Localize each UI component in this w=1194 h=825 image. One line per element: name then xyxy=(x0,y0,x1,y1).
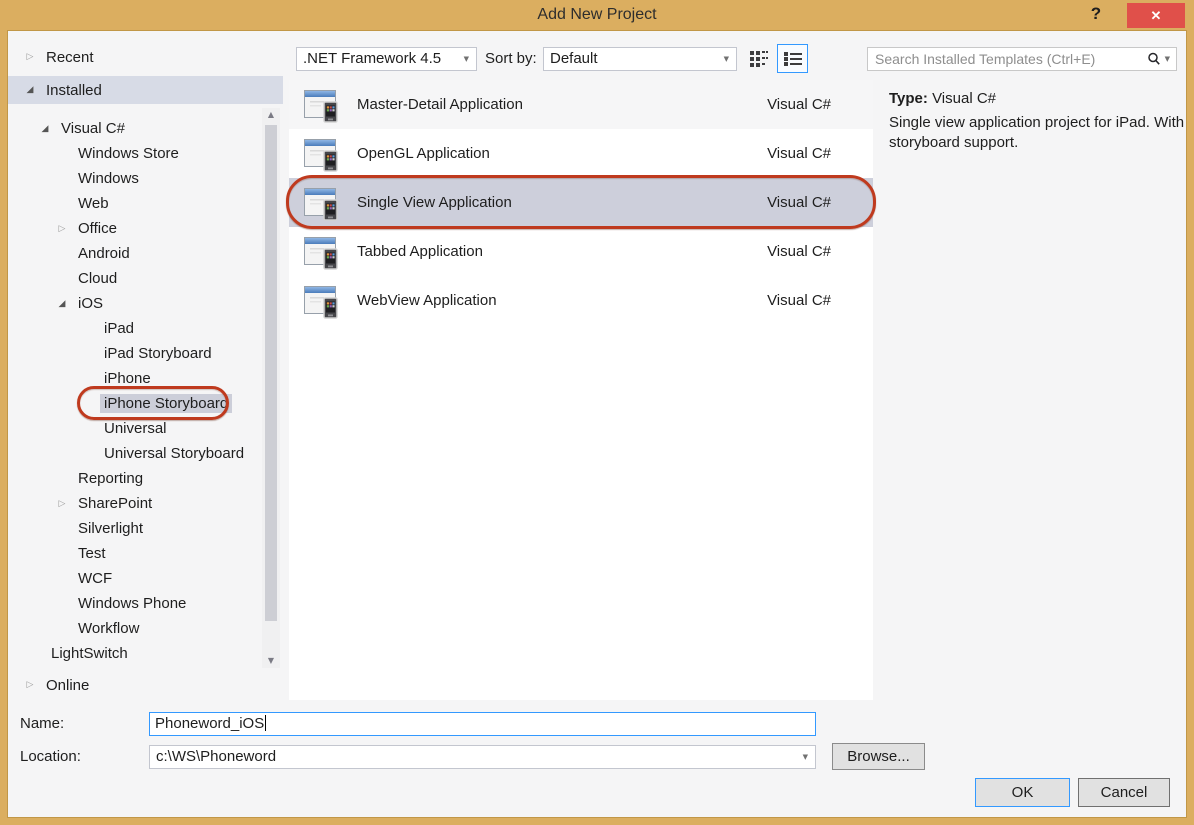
ok-button[interactable]: OK xyxy=(975,778,1070,807)
cancel-button[interactable]: Cancel xyxy=(1078,778,1170,807)
chevron-collapsed-icon[interactable]: ▷ xyxy=(20,680,40,690)
close-button[interactable]: ✕ xyxy=(1127,3,1185,28)
chevron-down-icon[interactable]: ▼ xyxy=(1165,55,1170,63)
framework-version-value: .NET Framework 4.5 xyxy=(303,50,441,67)
name-value: Phoneword_iOS xyxy=(155,715,264,732)
chevron-collapsed-icon[interactable]: ▷ xyxy=(52,224,72,234)
sidebar-item-label: Online xyxy=(46,677,89,694)
template-name: WebView Application xyxy=(357,292,767,309)
small-icons-view-icon xyxy=(750,50,768,68)
tree-item-universal-storyboard[interactable]: Universal Storyboard xyxy=(8,441,258,466)
sidebar-item-online[interactable]: ▷ Online xyxy=(8,672,260,698)
tree-item-windows-store[interactable]: Windows Store xyxy=(8,141,258,166)
tree-item-reporting[interactable]: Reporting xyxy=(8,466,258,491)
tree-item-office[interactable]: ▷ Office xyxy=(8,216,258,241)
template-row-master-detail[interactable]: Master-Detail Application Visual C# xyxy=(289,80,873,129)
tree-item-windows[interactable]: Windows xyxy=(8,166,258,191)
tree-item-lightswitch[interactable]: LightSwitch xyxy=(8,641,258,666)
type-value: Visual C# xyxy=(932,90,996,107)
chevron-collapsed-icon[interactable]: ▷ xyxy=(20,52,40,62)
sort-by-select[interactable]: Default ▼ xyxy=(543,47,737,71)
tree-item-wcf[interactable]: WCF xyxy=(8,566,258,591)
scroll-up-icon[interactable]: ▲ xyxy=(262,108,280,122)
help-button[interactable]: ? xyxy=(1082,0,1110,28)
text-caret xyxy=(265,715,266,731)
template-description: Single view application project for iPad… xyxy=(889,113,1189,153)
template-type-line: Type: Visual C# xyxy=(889,90,996,107)
title-bar[interactable]: Add New Project ? ✕ xyxy=(0,0,1194,30)
template-language: Visual C# xyxy=(767,145,831,162)
application-template-icon xyxy=(301,85,341,125)
name-label: Name: xyxy=(20,712,64,736)
tree-item-ipad-storyboard[interactable]: iPad Storyboard xyxy=(8,341,258,366)
search-input[interactable]: Search Installed Templates (Ctrl+E) ▼ xyxy=(867,47,1177,71)
name-input[interactable]: Phoneword_iOS xyxy=(149,712,816,736)
search-placeholder: Search Installed Templates (Ctrl+E) xyxy=(868,51,1147,67)
dialog-title: Add New Project xyxy=(0,0,1194,30)
type-label: Type: xyxy=(889,90,928,107)
tree-item-ios[interactable]: ◢ iOS xyxy=(8,291,258,316)
tree-item-visual-csharp[interactable]: ◢ Visual C# xyxy=(8,116,258,141)
tree-scrollbar[interactable]: ▲ ▼ xyxy=(262,108,280,668)
application-template-icon xyxy=(301,232,341,272)
sort-by-label: Sort by: xyxy=(485,47,537,71)
list-view-icon xyxy=(783,51,803,67)
template-row-webview[interactable]: WebView Application Visual C# xyxy=(289,276,873,325)
location-value: c:\WS\Phoneword xyxy=(156,748,276,765)
tree-item-web[interactable]: Web xyxy=(8,191,258,216)
tree-item-android[interactable]: Android xyxy=(8,241,258,266)
small-icons-view-button[interactable] xyxy=(746,46,772,72)
chevron-collapsed-icon[interactable]: ▷ xyxy=(52,499,72,509)
tree-item-test[interactable]: Test xyxy=(8,541,258,566)
sort-by-value: Default xyxy=(550,50,598,67)
tree-item-sharepoint[interactable]: ▷ SharePoint xyxy=(8,491,258,516)
chevron-expanded-icon[interactable]: ◢ xyxy=(20,85,40,95)
tree-item-windows-phone[interactable]: Windows Phone xyxy=(8,591,258,616)
annotation-highlight-single-view xyxy=(286,175,876,229)
framework-version-select[interactable]: .NET Framework 4.5 ▼ xyxy=(296,47,477,71)
search-icon xyxy=(1147,52,1161,66)
browse-button[interactable]: Browse... xyxy=(832,743,925,770)
sidebar-item-label: Installed xyxy=(46,82,102,99)
template-row-opengl[interactable]: OpenGL Application Visual C# xyxy=(289,129,873,178)
scrollbar-thumb[interactable] xyxy=(265,125,277,621)
template-language: Visual C# xyxy=(767,96,831,113)
template-language: Visual C# xyxy=(767,243,831,260)
sidebar-item-installed[interactable]: ◢ Installed xyxy=(8,76,283,104)
scroll-down-icon[interactable]: ▼ xyxy=(262,654,280,668)
application-template-icon xyxy=(301,281,341,321)
tree-item-ipad[interactable]: iPad xyxy=(8,316,258,341)
location-label: Location: xyxy=(20,745,81,769)
sidebar-item-recent[interactable]: ▷ Recent xyxy=(8,44,260,70)
template-row-tabbed[interactable]: Tabbed Application Visual C# xyxy=(289,227,873,276)
list-view-button[interactable] xyxy=(777,44,808,73)
chevron-down-icon: ▼ xyxy=(464,48,469,70)
annotation-highlight-iphone-storyboard xyxy=(77,386,229,420)
chevron-expanded-icon[interactable]: ◢ xyxy=(35,124,55,134)
template-name: Master-Detail Application xyxy=(357,96,767,113)
template-language: Visual C# xyxy=(767,292,831,309)
tree-item-cloud[interactable]: Cloud xyxy=(8,266,258,291)
location-select[interactable]: c:\WS\Phoneword ▼ xyxy=(149,745,816,769)
application-template-icon xyxy=(301,134,341,174)
tree-item-silverlight[interactable]: Silverlight xyxy=(8,516,258,541)
chevron-down-icon: ▼ xyxy=(724,48,729,70)
chevron-down-icon: ▼ xyxy=(803,746,808,768)
template-list: Master-Detail Application Visual C# Open… xyxy=(289,80,873,700)
tree-item-workflow[interactable]: Workflow xyxy=(8,616,258,641)
sidebar-item-label: Recent xyxy=(46,49,94,66)
template-name: OpenGL Application xyxy=(357,145,767,162)
template-name: Tabbed Application xyxy=(357,243,767,260)
add-new-project-dialog: Add New Project ? ✕ ▷ Recent ◢ Installed… xyxy=(0,0,1194,825)
chevron-expanded-icon[interactable]: ◢ xyxy=(52,299,72,309)
